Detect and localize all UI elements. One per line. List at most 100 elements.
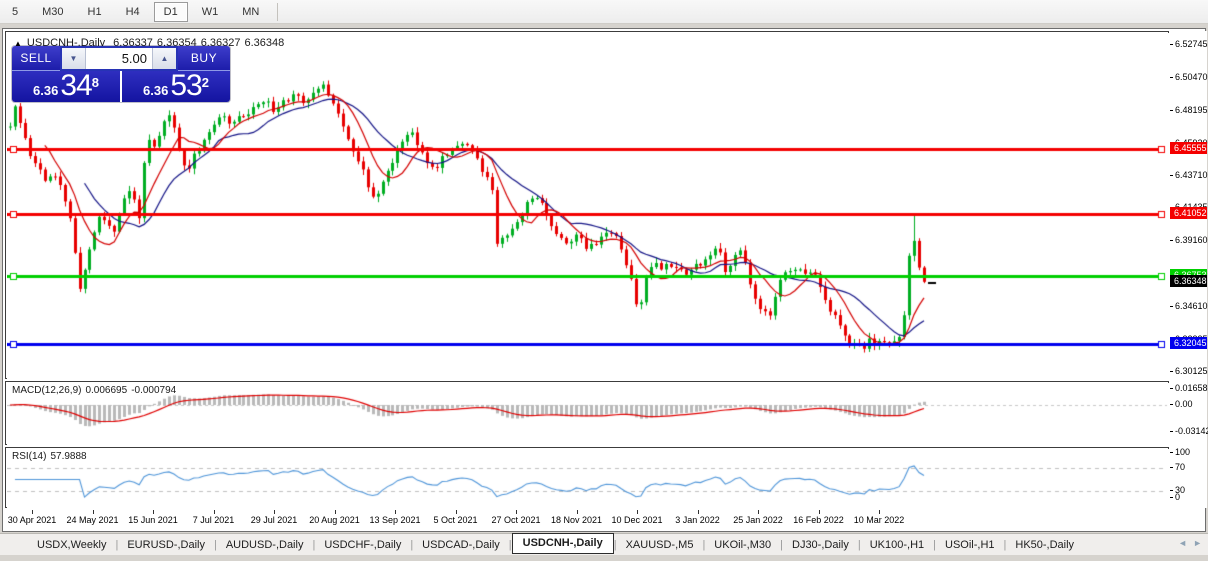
date-label: 3 Jan 2022 bbox=[675, 515, 720, 525]
date-tick bbox=[92, 510, 94, 514]
macd-label: MACD(12,26,9) 0.006695 -0.000794 bbox=[12, 385, 180, 396]
date-label: 15 Jun 2021 bbox=[128, 515, 178, 525]
date-tick bbox=[516, 510, 517, 514]
sell-price-quote[interactable]: 6.36 34 8 bbox=[12, 71, 120, 102]
rsi-scale-label: 70 bbox=[1175, 462, 1186, 472]
rsi-scale-label: 100 bbox=[1175, 447, 1191, 457]
tab-scroll-arrows: ◄ ► bbox=[1178, 538, 1202, 548]
date-label: 13 Sep 2021 bbox=[369, 515, 421, 525]
timeframe-button-h1[interactable]: H1 bbox=[78, 2, 112, 22]
price-tick-label: 6.52745 bbox=[1175, 39, 1208, 50]
date-label: 29 Jul 2021 bbox=[250, 515, 298, 525]
buy-price-prefix: 6.36 bbox=[143, 83, 169, 98]
price-tick-label: 6.39160 bbox=[1175, 235, 1208, 246]
date-label: 25 Jan 2022 bbox=[733, 515, 783, 525]
hline-price-label: 6.41052 bbox=[1170, 206, 1207, 219]
chart-tab[interactable]: HK50-,Daily bbox=[1006, 536, 1083, 554]
time-axis[interactable]: 30 Apr 2021 24 May 2021 15 Jun 2021 7 Jul 2… bbox=[5, 510, 1169, 531]
scroll-right-icon[interactable]: ► bbox=[1193, 538, 1202, 548]
timeframe-button-d1[interactable]: D1 bbox=[153, 1, 188, 22]
mt4-terminal: 5 M30 H1 H4 D1 W1 MN ▲ USDCNH-,Daily 6.36337 6.36… bbox=[0, 0, 1208, 561]
date-label: 5 Oct 2021 bbox=[433, 515, 478, 525]
date-label: 27 Oct 2021 bbox=[491, 515, 541, 525]
buy-button[interactable]: BUY bbox=[178, 46, 230, 71]
date-tick bbox=[697, 510, 699, 514]
buy-price-quote[interactable]: 6.36 53 2 bbox=[122, 71, 230, 102]
date-label: 30 Apr 2021 bbox=[7, 515, 57, 525]
sell-price-prefix: 6.36 bbox=[33, 83, 59, 98]
chart-tab[interactable]: XAUUSD-,M5 bbox=[617, 536, 703, 554]
chart-tab[interactable]: DJ30-,Daily bbox=[783, 536, 858, 554]
date-label: 10 Mar 2022 bbox=[853, 515, 905, 525]
volume-increase-button[interactable]: ▲ bbox=[152, 48, 176, 69]
price-tick-label: 6.43710 bbox=[1175, 169, 1208, 180]
price-axis[interactable]: 6.527456.504706.481956.459206.437106.414… bbox=[1170, 31, 1208, 508]
date-label: 20 Aug 2021 bbox=[309, 515, 360, 525]
date-label: 7 Jul 2021 bbox=[192, 515, 235, 525]
price-tick-label: 6.34610 bbox=[1175, 300, 1208, 311]
status-bar bbox=[0, 555, 1208, 561]
macd-scale-label: 0.00 bbox=[1175, 399, 1193, 409]
date-tick bbox=[32, 510, 33, 514]
one-click-trading-widget: SELL ▼ ▲ BUY 6.36348 6.36532 bbox=[12, 46, 230, 102]
ohlc-close: 6.36348 bbox=[244, 37, 285, 49]
date-tick bbox=[576, 510, 578, 514]
timeframe-button-5[interactable]: 5 bbox=[2, 2, 28, 22]
toolbar-separator bbox=[277, 2, 279, 21]
volume-input[interactable] bbox=[86, 48, 152, 69]
buy-price-sup: 2 bbox=[201, 75, 209, 90]
timeframe-button-h4[interactable]: H4 bbox=[116, 2, 150, 22]
timeframe-button-mn[interactable]: MN bbox=[232, 2, 269, 22]
price-chart-pane: ▲ USDCNH-,Daily 6.36337 6.36354 6.36327 6.363… bbox=[5, 31, 1169, 379]
chart-tab-bar: USDX,Weekly | EURUSD-,Daily | AUDUSD-,Daily |… bbox=[0, 533, 1208, 555]
date-label: 18 Nov 2021 bbox=[550, 515, 603, 525]
chart-tab[interactable]: USDCHF-,Daily bbox=[315, 536, 410, 554]
date-tick bbox=[455, 510, 457, 514]
macd-scale-label: 0.016586 bbox=[1175, 383, 1208, 393]
macd-canvas[interactable] bbox=[7, 383, 1169, 445]
date-tick bbox=[153, 510, 154, 514]
buy-price-big: 53 bbox=[170, 69, 202, 102]
date-tick bbox=[818, 510, 820, 514]
volume-decrease-button[interactable]: ▼ bbox=[62, 48, 86, 69]
timeframe-button-w1[interactable]: W1 bbox=[192, 2, 229, 22]
sell-button[interactable]: SELL bbox=[12, 46, 60, 71]
chart-tab[interactable]: EURUSD-,Daily bbox=[118, 536, 214, 554]
date-tick bbox=[637, 510, 638, 514]
date-tick bbox=[274, 510, 275, 514]
date-tick bbox=[758, 510, 759, 514]
date-tick bbox=[213, 510, 215, 514]
rsi-scale-label: 0 bbox=[1175, 492, 1181, 502]
sell-price-big: 34 bbox=[60, 69, 92, 102]
date-tick bbox=[395, 510, 396, 514]
rsi-name: RSI(14) bbox=[12, 451, 47, 462]
macd-scale-label: -0.031425 bbox=[1175, 426, 1208, 436]
date-tick bbox=[879, 510, 880, 514]
date-label: 10 Dec 2021 bbox=[611, 515, 663, 525]
date-tick bbox=[334, 510, 336, 514]
price-tick-label: 6.50470 bbox=[1175, 72, 1208, 83]
timeframe-button-m30[interactable]: M30 bbox=[32, 2, 73, 22]
date-label: 24 May 2021 bbox=[66, 515, 119, 525]
chart-tab[interactable]: UKOil-,M30 bbox=[705, 536, 780, 554]
chart-tab[interactable]: USOil-,H1 bbox=[936, 536, 1004, 554]
current-price-label: 6.36348 bbox=[1170, 274, 1207, 287]
rsi-canvas[interactable] bbox=[7, 449, 1169, 508]
chart-tab[interactable]: USDCAD-,Daily bbox=[413, 536, 509, 554]
scroll-left-icon[interactable]: ◄ bbox=[1178, 538, 1187, 548]
price-tick-label: 6.30125 bbox=[1175, 365, 1208, 376]
date-label: 16 Feb 2022 bbox=[793, 515, 844, 525]
macd-name: MACD(12,26,9) bbox=[12, 385, 82, 396]
triangle-down-icon: ▼ bbox=[69, 54, 78, 63]
chart-tab[interactable]: USDX,Weekly bbox=[28, 536, 115, 554]
rsi-value: 57.9888 bbox=[50, 451, 87, 462]
chart-tab[interactable]: USDCNH-,Daily bbox=[511, 533, 614, 554]
macd-signal-value: -0.000794 bbox=[131, 385, 177, 396]
volume-spinner: ▼ ▲ bbox=[60, 46, 178, 71]
timeframe-toolbar: 5 M30 H1 H4 D1 W1 MN bbox=[0, 0, 1208, 24]
chart-tab[interactable]: UK100-,H1 bbox=[861, 536, 933, 554]
rsi-label: RSI(14) 57.9888 bbox=[12, 451, 91, 462]
rsi-indicator-pane: RSI(14) 57.9888 bbox=[5, 447, 1169, 508]
chart-tab[interactable]: AUDUSD-,Daily bbox=[217, 536, 313, 554]
macd-main-value: 0.006695 bbox=[85, 385, 128, 396]
